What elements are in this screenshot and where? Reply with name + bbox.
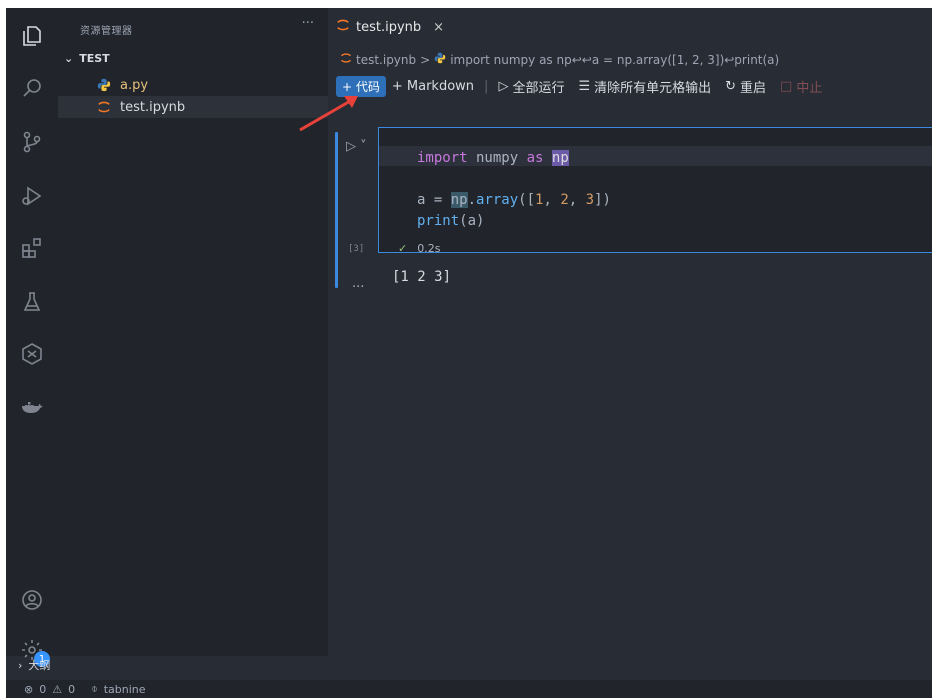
- toolbar-divider: |: [484, 78, 489, 94]
- execution-duration: 0.2s: [417, 242, 441, 255]
- status-bar: ⊗ 0 ⚠ 0 ⌽ tabnine: [6, 680, 932, 698]
- annotation-arrow: [299, 96, 358, 132]
- file-item-test-ipynb[interactable]: test.ipynb: [58, 96, 328, 118]
- tabnine-label[interactable]: tabnine: [104, 683, 146, 696]
- folder-test[interactable]: ⌄ TEST: [64, 52, 110, 65]
- warning-icon[interactable]: ⚠: [52, 683, 62, 696]
- cell-focus-indicator: [335, 132, 338, 288]
- run-cell-icon[interactable]: ▷ ˅: [346, 139, 367, 154]
- tab-label: test.ipynb: [356, 19, 422, 35]
- chevron-right-icon: ›: [18, 658, 23, 672]
- code-cell[interactable]: import numpy as np a = np.array([1, 2, 3…: [378, 127, 932, 253]
- clear-all-icon: ☰: [578, 78, 591, 94]
- chevron-down-icon: ⌄: [64, 52, 74, 65]
- cell-code[interactable]: import numpy as np a = np.array([1, 2, 3…: [417, 148, 611, 232]
- explorer-title: 资源管理器: [80, 26, 133, 37]
- file-item-a-py[interactable]: a.py: [58, 74, 328, 96]
- jupyter-icon: [96, 99, 112, 115]
- warning-count[interactable]: 0: [68, 683, 75, 696]
- tab-test-ipynb[interactable]: test.ipynb ×: [336, 18, 444, 36]
- clear-outputs-label: 清除所有单元格输出: [594, 80, 712, 96]
- interrupt-label: 中止: [796, 80, 823, 96]
- run-all-button[interactable]: ▷ 全部运行: [498, 77, 564, 96]
- explorer-icon[interactable]: [18, 22, 46, 50]
- error-count[interactable]: 0: [39, 683, 46, 696]
- account-icon[interactable]: [18, 586, 46, 614]
- check-icon: ✓: [398, 242, 408, 255]
- source-control-icon[interactable]: [18, 128, 46, 156]
- code-line-4: print(a): [417, 213, 485, 229]
- code-line-1: import numpy as np: [417, 150, 569, 166]
- folder-label: TEST: [79, 52, 110, 65]
- testing-icon[interactable]: [18, 288, 46, 316]
- error-icon[interactable]: ⊗: [24, 683, 33, 696]
- cell-output: [1 2 3]: [392, 269, 452, 285]
- clear-outputs-button[interactable]: ☰ 清除所有单元格输出: [578, 77, 711, 96]
- restart-label: 重启: [740, 80, 767, 96]
- breadcrumb-cell[interactable]: import numpy as np↩↩a = np.array([1, 2, …: [450, 53, 779, 67]
- run-all-label: 全部运行: [512, 80, 565, 96]
- explorer-sidebar: 资源管理器 ··· ⌄ TEST a.py test.ipynb: [58, 8, 328, 656]
- code-line-3: a = np.array([1, 2, 3]): [417, 192, 611, 208]
- restart-button[interactable]: ↻ 重启: [725, 77, 766, 96]
- jupyter-icon: [336, 18, 350, 36]
- run-all-icon: ▷: [498, 78, 509, 94]
- close-icon[interactable]: ×: [433, 20, 444, 35]
- run-debug-icon[interactable]: [18, 182, 46, 210]
- interrupt-button[interactable]: □ 中止: [780, 77, 822, 96]
- search-icon[interactable]: [18, 74, 46, 102]
- extensions-icon[interactable]: [18, 234, 46, 262]
- restart-icon: ↻: [725, 78, 737, 94]
- file-name: a.py: [120, 77, 149, 93]
- activity-bar: 1: [6, 8, 58, 667]
- output-more-icon[interactable]: ...: [352, 276, 364, 291]
- breadcrumb-separator: >: [420, 52, 431, 67]
- breadcrumb: test.ipynb > import numpy as np↩↩a = np.…: [340, 52, 779, 67]
- breadcrumb-file[interactable]: test.ipynb: [356, 53, 416, 67]
- file-name: test.ipynb: [120, 99, 186, 115]
- execution-count: [3]: [348, 244, 365, 254]
- editor-area: test.ipynb × test.ipynb > import numpy a…: [328, 8, 932, 680]
- outline-label: 大纲: [28, 659, 51, 672]
- python-icon: [434, 52, 446, 67]
- python-icon: [96, 77, 112, 93]
- tabnine-icon: ⌽: [91, 682, 98, 695]
- docker-icon[interactable]: [18, 394, 46, 422]
- jupyter-icon: [340, 52, 352, 67]
- stop-icon: □: [780, 78, 793, 94]
- more-actions-icon[interactable]: ···: [302, 16, 314, 31]
- execution-status: ✓ 0.2s: [398, 242, 440, 255]
- notebook-toolbar: + 代码 + Markdown | ▷ 全部运行 ☰ 清除所有单元格输出 ↻ 重…: [336, 74, 822, 98]
- remote-explorer-icon[interactable]: [18, 340, 46, 368]
- add-markdown-cell-button[interactable]: + Markdown: [392, 79, 474, 94]
- vscode-window: 1 资源管理器 ··· ⌄ TEST a.py test.ipynb › 大纲: [6, 8, 932, 698]
- tab-bar: test.ipynb ×: [328, 8, 932, 46]
- outline-section[interactable]: › 大纲: [6, 656, 328, 674]
